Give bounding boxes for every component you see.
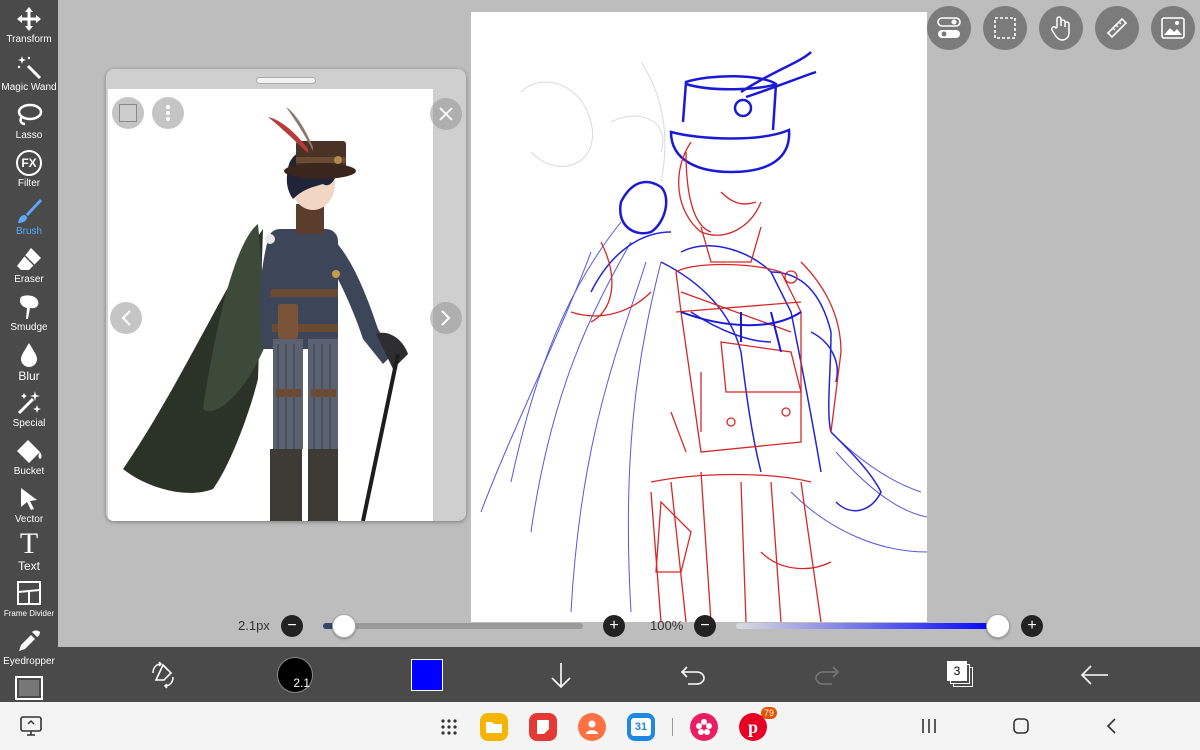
cursor-arrow-icon <box>14 484 44 514</box>
tool-sidebar: Transform Magic Wand Lasso FX Filter Bru… <box>0 0 58 702</box>
tool-label: Frame Divider <box>3 609 55 618</box>
brush-preview-text: 2.1 <box>293 675 310 690</box>
droplet-icon <box>14 340 44 370</box>
tool-label: Eraser <box>14 274 44 285</box>
bucket-icon <box>14 436 44 466</box>
tool-label: Eyedropper <box>3 656 55 667</box>
lasso-icon <box>14 100 44 130</box>
reference-window[interactable] <box>106 69 466 521</box>
move-arrows-icon <box>14 4 44 34</box>
tool-filter[interactable]: FX Filter <box>0 148 58 196</box>
tool-blur[interactable]: Blur <box>0 340 58 388</box>
bottom-action-bar: 2.1 3 <box>58 647 1200 702</box>
current-color-swatch <box>411 658 443 691</box>
tool-label: Lasso <box>15 130 43 141</box>
tool-eraser[interactable]: Eraser <box>0 244 58 292</box>
tool-special[interactable]: Special <box>0 388 58 436</box>
brush-size-increase-button[interactable]: + <box>603 615 625 637</box>
eraser-icon <box>14 244 44 274</box>
layers-button[interactable]: 3 <box>944 647 978 702</box>
app-drawer-icon[interactable] <box>440 718 458 741</box>
home-icon[interactable] <box>1012 717 1030 740</box>
close-icon[interactable] <box>430 98 462 130</box>
drag-handle[interactable] <box>256 77 316 84</box>
image-icon[interactable] <box>1151 6 1195 50</box>
layer-thumb-icon[interactable] <box>112 97 144 129</box>
opacity-label: 100% <box>650 618 684 633</box>
fx-icon: FX <box>14 148 44 178</box>
files-app-icon[interactable] <box>480 713 508 741</box>
undo-icon[interactable] <box>678 647 708 702</box>
text-t-icon: T <box>19 527 39 560</box>
tool-label: Magic Wand <box>1 82 57 93</box>
tool-smudge[interactable]: Smudge <box>0 292 58 340</box>
smudge-icon <box>14 292 44 322</box>
tool-magic-wand[interactable]: Magic Wand <box>0 52 58 100</box>
more-vertical-icon[interactable] <box>152 97 184 129</box>
hand-touch-icon[interactable] <box>1039 6 1083 50</box>
tool-label: Brush <box>15 226 43 237</box>
notes-app-icon[interactable] <box>529 713 557 741</box>
magic-wand-icon <box>14 52 44 82</box>
tool-transform[interactable]: Transform <box>0 4 58 52</box>
frame-square-icon[interactable] <box>15 676 43 700</box>
tool-label: Transform <box>6 34 52 45</box>
desktop-mode-icon[interactable] <box>20 716 42 741</box>
selection-icon[interactable] <box>983 6 1027 50</box>
tool-text[interactable]: T Text <box>0 528 58 576</box>
sparkle-brush-icon <box>14 388 44 418</box>
color-swatch-button[interactable] <box>410 647 444 702</box>
tool-frame-divider[interactable]: Frame Divider <box>0 578 58 626</box>
redo-icon[interactable] <box>812 647 842 702</box>
brush-size-slider[interactable] <box>323 623 583 629</box>
dock-divider <box>672 718 673 736</box>
eyedropper-icon <box>14 626 44 656</box>
sketch-artwork <box>480 51 927 622</box>
tool-vector[interactable]: Vector <box>0 484 58 532</box>
tool-eyedropper[interactable]: Eyedropper <box>0 626 58 674</box>
pinterest-app-icon[interactable]: p 79 <box>739 707 777 741</box>
tool-label: Filter <box>17 178 41 189</box>
swap-brush-eraser-icon[interactable] <box>146 647 180 702</box>
brush-icon <box>14 196 44 226</box>
opacity-slider[interactable] <box>736 623 998 629</box>
toggle-icon[interactable] <box>927 6 971 50</box>
calendar-app-icon[interactable]: 31 <box>627 713 655 741</box>
opacity-decrease-button[interactable]: − <box>694 615 716 637</box>
opacity-knob[interactable] <box>986 614 1010 638</box>
tool-label: Special <box>12 418 46 429</box>
ruler-icon[interactable] <box>1095 6 1139 50</box>
back-arrow-icon[interactable] <box>1078 647 1112 702</box>
download-arrow-icon[interactable] <box>546 647 576 702</box>
brush-size-label: 2.1px <box>238 618 270 633</box>
tool-label: Vector <box>14 514 44 525</box>
notification-badge: 79 <box>760 707 777 719</box>
prev-arrow-icon[interactable] <box>110 302 142 334</box>
opacity-increase-button[interactable]: + <box>1021 615 1043 637</box>
blossom-app-icon[interactable] <box>690 713 718 741</box>
contacts-app-icon[interactable] <box>578 713 606 741</box>
brush-size-knob[interactable] <box>331 614 356 638</box>
recent-apps-icon[interactable] <box>920 717 938 740</box>
tool-brush[interactable]: Brush <box>0 196 58 244</box>
brush-preview-button[interactable]: 2.1 <box>276 647 314 702</box>
tool-label: Bucket <box>13 466 45 477</box>
system-nav-bar: 31 p 79 <box>0 702 1200 750</box>
tool-label: Blur <box>18 369 40 383</box>
tool-bucket[interactable]: Bucket <box>0 436 58 484</box>
tool-lasso[interactable]: Lasso <box>0 100 58 148</box>
tool-label: Text <box>17 559 40 573</box>
frame-divider-icon <box>14 578 44 608</box>
nav-back-icon[interactable] <box>1104 717 1118 740</box>
reference-image <box>108 89 433 521</box>
tool-label: Smudge <box>10 322 48 333</box>
next-arrow-icon[interactable] <box>430 302 462 334</box>
drawing-canvas[interactable] <box>471 12 927 622</box>
layers-count: 3 <box>947 660 967 681</box>
brush-size-decrease-button[interactable]: − <box>281 615 303 637</box>
